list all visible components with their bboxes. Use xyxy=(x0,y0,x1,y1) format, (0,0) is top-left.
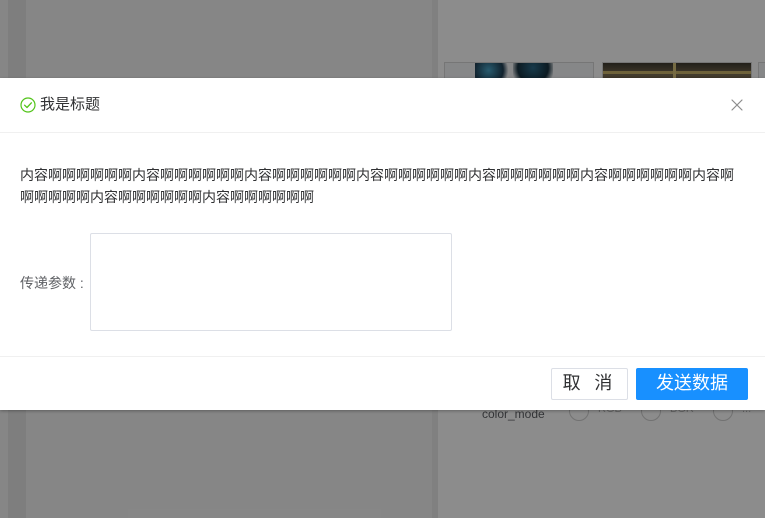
param-label: 传递参数 : xyxy=(20,275,84,291)
param-textarea[interactable] xyxy=(90,233,452,331)
modal-dialog: 我是标题 内容啊啊啊啊啊啊内容啊啊啊啊啊啊内容啊啊啊啊啊啊内容啊啊啊啊啊啊内容啊… xyxy=(0,78,765,410)
send-data-button[interactable]: 发送数据 xyxy=(636,368,748,400)
check-circle-icon xyxy=(20,97,36,113)
dialog-title: 我是标题 xyxy=(40,96,101,113)
cancel-button[interactable]: 取 消 xyxy=(551,368,628,400)
dialog-content-text: 内容啊啊啊啊啊啊内容啊啊啊啊啊啊内容啊啊啊啊啊啊内容啊啊啊啊啊啊内容啊啊啊啊啊啊… xyxy=(20,167,734,205)
dialog-footer: 取 消 发送数据 xyxy=(0,356,765,411)
close-icon[interactable] xyxy=(729,97,745,113)
dialog-header: 我是标题 xyxy=(0,78,765,133)
